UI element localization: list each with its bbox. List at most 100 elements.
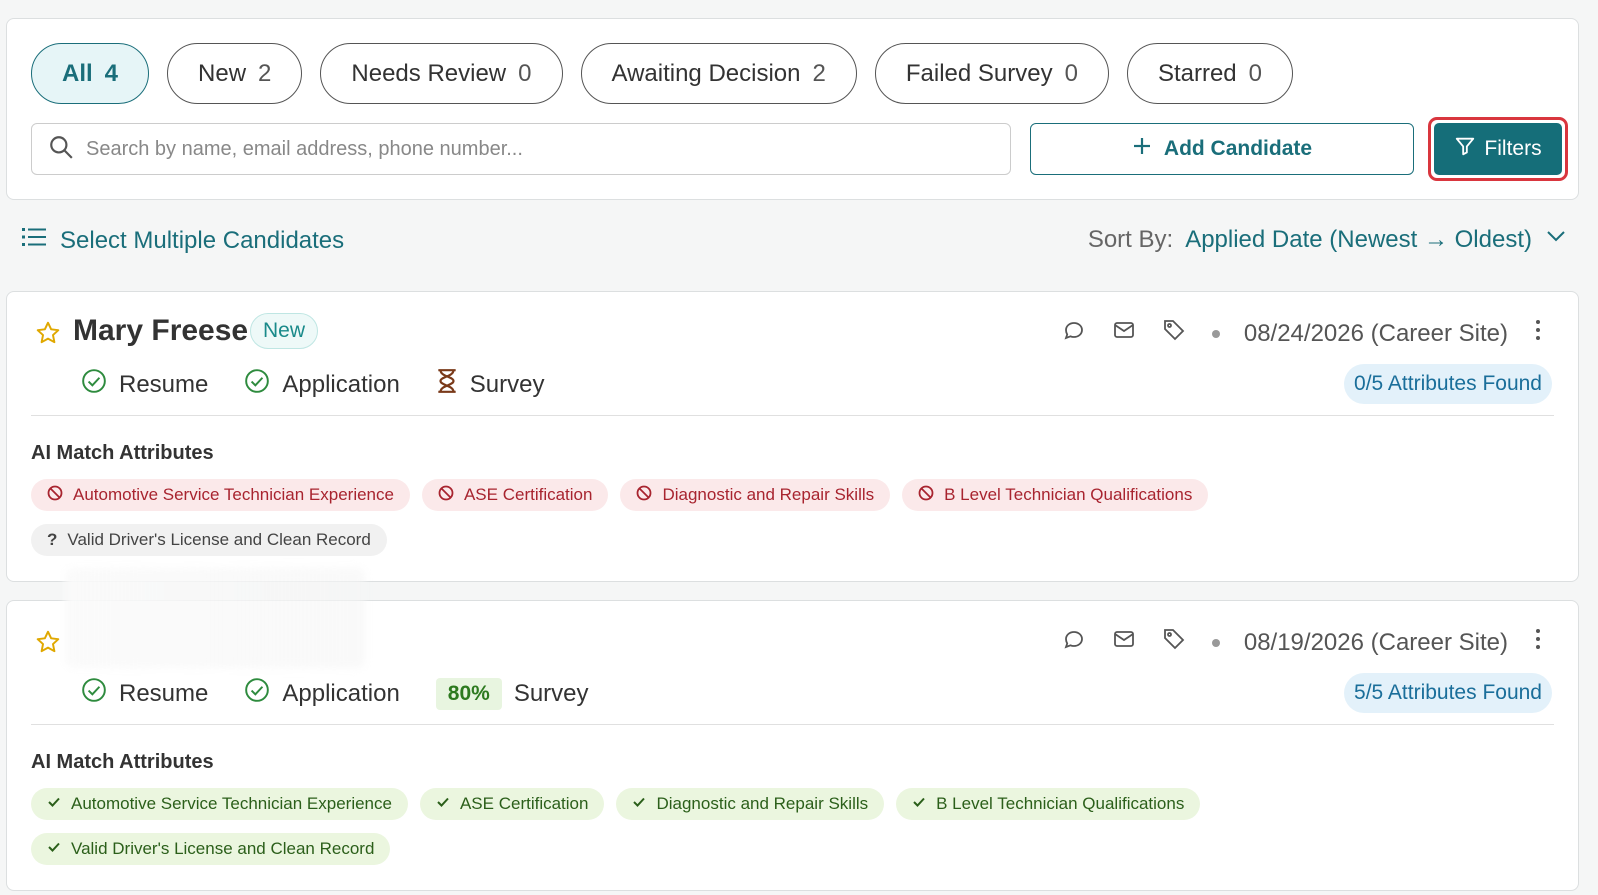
step-survey[interactable]: Survey: [436, 368, 545, 401]
search-icon: [48, 134, 74, 165]
filters-button[interactable]: Filters: [1434, 123, 1562, 175]
select-multiple-label: Select Multiple Candidates: [60, 226, 345, 254]
tab-label: Starred: [1157, 59, 1237, 87]
candidate-card[interactable]: Mary Freese New 08/24/2026 (Career Site)…: [6, 291, 1579, 582]
status-tabs: All 4 New 2 Needs Review 0 Awaiting Deci…: [31, 43, 1294, 104]
filter-panel: All 4 New 2 Needs Review 0 Awaiting Deci…: [6, 18, 1579, 200]
funnel-icon: [1454, 135, 1476, 163]
hourglass-icon: [436, 368, 458, 401]
check-icon: [632, 794, 646, 814]
card-actions: 08/24/2026 (Career Site): [1062, 318, 1542, 349]
tab-count: 0: [1064, 59, 1078, 87]
step-label: Resume: [119, 370, 209, 398]
attribute-label: Diagnostic and Repair Skills: [656, 794, 869, 813]
attribute-chip: ? Valid Driver's License and Clean Recor…: [31, 524, 387, 556]
comment-icon[interactable]: [1062, 318, 1086, 349]
progress-steps: Resume Application Survey: [81, 368, 545, 401]
check-circle-icon: [81, 368, 107, 401]
mail-icon[interactable]: [1112, 627, 1136, 658]
attribute-label: Valid Driver's License and Clean Record: [67, 530, 371, 549]
applied-date: 08/24/2026 (Career Site): [1243, 319, 1508, 347]
ban-icon: [636, 485, 652, 506]
attribute-chip: Automotive Service Technician Experience: [31, 788, 408, 820]
step-application[interactable]: Application: [244, 368, 400, 401]
divider: [31, 724, 1554, 725]
ban-icon: [918, 485, 934, 506]
tab-label: All: [62, 59, 93, 87]
check-icon: [47, 794, 61, 814]
sort-value: Applied Date (Newest → Oldest): [1185, 225, 1532, 253]
select-multiple-button[interactable]: Select Multiple Candidates: [22, 226, 344, 255]
star-icon[interactable]: [35, 629, 61, 660]
sort-control[interactable]: Sort By: Applied Date (Newest → Oldest): [1088, 224, 1568, 255]
attribute-label: Valid Driver's License and Clean Record: [71, 839, 375, 858]
step-resume[interactable]: Resume: [81, 368, 208, 401]
step-label: Survey: [513, 679, 589, 707]
ban-icon: [438, 485, 454, 506]
star-icon[interactable]: [35, 320, 61, 351]
tab-count: 4: [104, 59, 119, 87]
tag-icon[interactable]: [1162, 318, 1186, 349]
tab-starred[interactable]: Starred 0: [1126, 43, 1294, 104]
check-circle-icon: [244, 677, 270, 710]
attribute-label: B Level Technician Qualifications: [944, 485, 1193, 504]
tab-all[interactable]: All 4: [31, 43, 150, 104]
status-badge: New: [250, 313, 319, 349]
add-candidate-label: Add Candidate: [1163, 137, 1313, 160]
check-icon: [47, 839, 61, 859]
attribute-label: Automotive Service Technician Experience: [73, 485, 394, 504]
attribute-chip: Diagnostic and Repair Skills: [620, 479, 891, 511]
attribute-chip: Automotive Service Technician Experience: [31, 479, 410, 511]
attribute-chip: Diagnostic and Repair Skills: [616, 788, 885, 820]
attribute-list: Automotive Service Technician Experience…: [31, 788, 1281, 865]
candidate-name[interactable]: Mary Freese: [73, 314, 248, 348]
more-options-icon[interactable]: [1534, 628, 1542, 657]
redacted-name-area: [65, 568, 365, 668]
filters-highlight: Filters: [1428, 117, 1568, 181]
applied-date: 08/19/2026 (Career Site): [1243, 628, 1508, 656]
mail-icon[interactable]: [1112, 318, 1136, 349]
tab-count: 2: [258, 59, 272, 87]
attribute-label: B Level Technician Qualifications: [936, 794, 1185, 813]
tab-count: 0: [518, 59, 532, 87]
tab-awaiting-decision[interactable]: Awaiting Decision 2: [580, 43, 857, 104]
check-circle-icon: [244, 368, 270, 401]
progress-steps: Resume Application 80% Survey: [81, 677, 589, 710]
tab-label: Needs Review: [351, 59, 507, 87]
comment-icon[interactable]: [1062, 627, 1086, 658]
tab-new[interactable]: New 2: [167, 43, 303, 104]
step-label: Application: [282, 679, 400, 707]
step-resume[interactable]: Resume: [81, 677, 208, 710]
step-survey[interactable]: 80% Survey: [435, 677, 589, 710]
attributes-found-badge: 0/5 Attributes Found: [1344, 364, 1552, 404]
attribute-label: ASE Certification: [463, 485, 593, 504]
attribute-chip: Valid Driver's License and Clean Record: [31, 833, 391, 865]
attribute-label: Diagnostic and Repair Skills: [662, 485, 875, 504]
sort-label: Sort By:: [1087, 225, 1174, 253]
tab-count: 2: [812, 59, 826, 87]
tab-label: Awaiting Decision: [611, 59, 801, 87]
step-application[interactable]: Application: [244, 677, 400, 710]
check-icon: [436, 794, 450, 814]
tab-count: 0: [1248, 59, 1263, 87]
attribute-chip: ASE Certification: [421, 479, 609, 511]
tab-failed-survey[interactable]: Failed Survey 0: [874, 43, 1109, 104]
attribute-list: Automotive Service Technician Experience…: [31, 479, 1281, 556]
filters-label: Filters: [1484, 137, 1542, 160]
ai-match-title: AI Match Attributes: [31, 442, 214, 464]
card-actions: 08/19/2026 (Career Site): [1062, 627, 1542, 658]
step-label: Application: [282, 370, 400, 398]
step-label: Resume: [119, 679, 209, 707]
divider: [31, 415, 1554, 416]
plus-icon: [1132, 136, 1152, 162]
attribute-label: ASE Certification: [459, 794, 589, 813]
tag-icon[interactable]: [1162, 627, 1186, 658]
tab-needs-review[interactable]: Needs Review 0: [320, 43, 563, 104]
add-candidate-button[interactable]: Add Candidate: [1030, 123, 1414, 175]
step-label: Survey: [469, 370, 545, 398]
tab-label: Failed Survey: [905, 59, 1053, 87]
ai-match-title: AI Match Attributes: [31, 751, 214, 773]
more-options-icon[interactable]: [1534, 319, 1542, 348]
check-icon: [912, 794, 926, 814]
search-input[interactable]: [86, 137, 966, 161]
